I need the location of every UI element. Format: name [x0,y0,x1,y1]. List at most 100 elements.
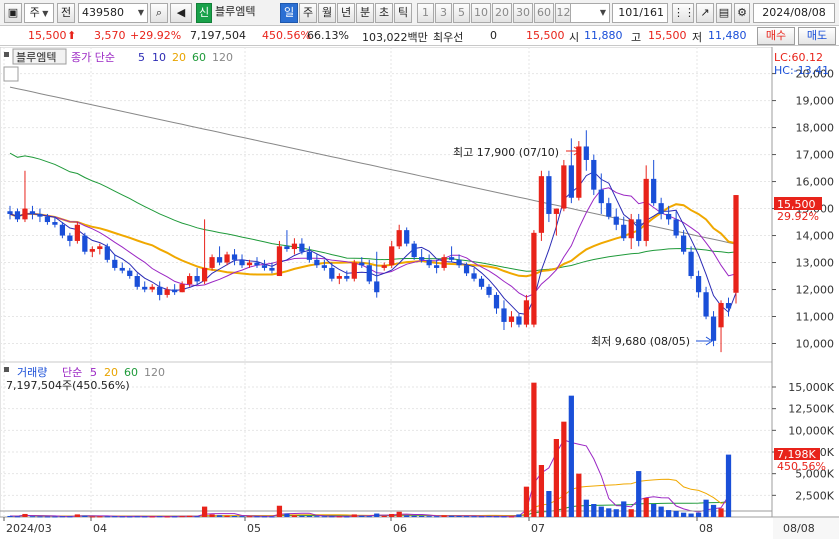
volume-bar [306,515,313,517]
candle-body [112,259,118,268]
volume-bar [404,515,410,517]
candle-body [658,203,664,214]
volume-bar [598,506,604,517]
volume-bar [104,516,110,518]
volume-bar [643,497,649,517]
volume-bar [531,382,537,517]
candle-body [306,251,313,260]
settings-icon[interactable]: ⚙ [734,3,750,23]
volume-bar [22,513,28,517]
volume-bar [374,513,380,517]
interval-tab-0[interactable]: 1 [417,3,434,23]
date-tick-label: 2024/03 [6,522,52,535]
interval-input[interactable]: ▼ [570,3,610,23]
volume-bar [276,505,283,517]
window-menu-icon[interactable]: ▣ [4,3,22,23]
period-tab-1[interactable]: 주 [299,3,317,23]
candle-body [187,276,193,285]
volume-bar [67,516,73,518]
candle-body [321,265,327,268]
candle-body [67,235,73,241]
sound-icon[interactable]: ◀ [170,3,192,23]
volume-bar [149,516,155,518]
candle-body [531,232,537,325]
candle-body [493,294,500,309]
candle-body [74,224,80,241]
period-tab-4[interactable]: 분 [356,3,374,23]
stock-code-input[interactable]: 439580 ▼ [78,3,148,23]
candle-body [733,195,739,293]
volume-bar [583,499,589,517]
date-field[interactable]: 2024/08/08 [753,3,835,23]
volume-tick-label: 10,000K [788,424,834,437]
volume-marker-icon [4,367,9,372]
price-tick-label: 11,000 [796,311,835,324]
ma120-label: 120 [212,51,233,64]
period-tab-5[interactable]: 초 [375,3,393,23]
interval-tab-6[interactable]: 60 [534,3,554,23]
candle-body [553,208,559,214]
candle-body [344,276,350,279]
candle-body [486,286,492,295]
volume-bar [164,516,170,518]
volume-bar [261,516,268,518]
volume-bar [703,499,709,517]
interval-tab-5[interactable]: 30 [513,3,533,23]
date-tick-label: 06 [393,522,407,535]
volume-bar [127,516,133,518]
volume-bar [621,501,627,517]
price-tick-label: 14,000 [796,230,835,243]
period-tab-0[interactable]: 일 [280,3,298,23]
candle-body [591,159,597,190]
volume-bar [239,516,245,518]
volume-bar [538,465,545,517]
candle-body [568,165,574,198]
volume-bar [628,509,634,517]
grid-icon[interactable]: ⋮⋮ [672,3,695,23]
interval-tab-4[interactable]: 20 [492,3,512,23]
period-tab-2[interactable]: 월 [318,3,336,23]
buy-button[interactable]: 매수 [757,27,795,45]
high-label: 고 [631,31,642,44]
volume-bar [568,395,574,517]
volume-bar [187,515,193,517]
volume-title: 거래량 [17,366,47,379]
volume-bar [172,516,178,518]
save-icon[interactable]: ▤ [716,3,732,23]
search-icon[interactable]: ⌕ [150,3,168,23]
candle-body [478,278,485,287]
volume-bar [456,515,462,517]
data-count-field[interactable]: 101/161 [612,3,668,23]
volume-bar [359,515,365,517]
interval-tab-2[interactable]: 5 [453,3,470,23]
volume-bar [246,516,253,518]
volume-bar [284,513,290,517]
new-listing-badge: 신 [196,3,212,23]
name-tag: 블루엠텍 [16,51,56,64]
prev-button[interactable]: 전 [57,3,75,23]
period-tab-6[interactable]: 틱 [394,3,412,23]
volume-tick-label: 12,500K [788,403,834,416]
volume-bar [52,516,58,518]
volume-bar [695,512,702,517]
sell-button[interactable]: 매도 [798,27,836,45]
candle-body [314,259,320,266]
candle-body [149,286,155,290]
vol-ma120-label: 120 [144,366,165,379]
draw-tool-icon[interactable]: ↗ [696,3,714,23]
interval-tab-3[interactable]: 10 [471,3,491,23]
candle-body [419,257,425,260]
stock-chart[interactable]: 20,00019,00018,00017,00016,00015,00014,0… [0,47,839,539]
volume-bar [381,515,387,517]
panel-toggle-icon[interactable] [3,66,19,82]
interval-tab-1[interactable]: 3 [435,3,452,23]
market-type-select[interactable]: 주 ▼ [24,3,54,23]
candle-body [471,273,477,279]
candle-body [246,262,253,266]
candle-body [651,178,657,204]
period-tab-3[interactable]: 년 [337,3,355,23]
candle-body [643,178,649,241]
volume-bar [157,516,163,518]
volume-bar [508,516,515,518]
candle-body [456,259,462,266]
